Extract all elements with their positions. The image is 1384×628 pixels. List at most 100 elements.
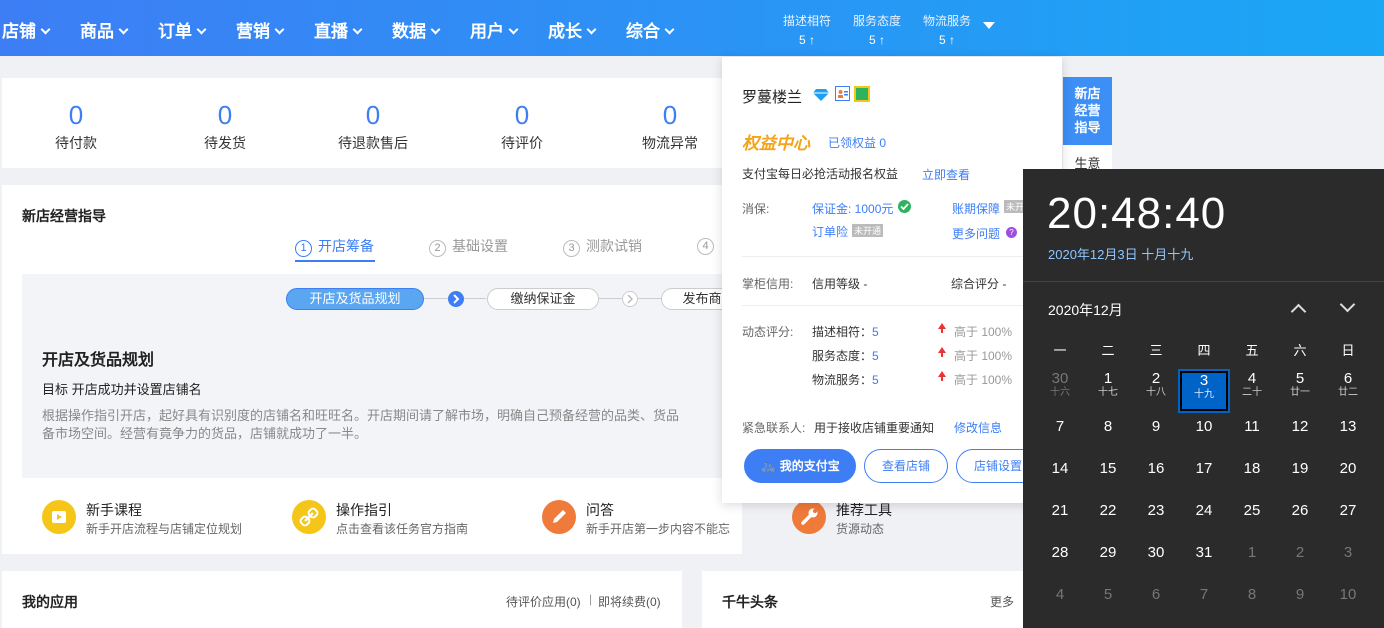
day-number: 25 <box>1243 502 1261 519</box>
calendar-day[interactable]: 20 <box>1324 457 1372 497</box>
lunar-day: 十六 <box>1050 387 1070 398</box>
stat-pending-refund[interactable]: 0 待退款售后 <box>313 100 433 153</box>
stat-pending-review[interactable]: 0 待评价 <box>462 100 582 153</box>
calendar-day[interactable]: 30 十六 <box>1036 371 1084 411</box>
order-insurance-link[interactable]: 订单险 <box>812 223 848 240</box>
side-new-shop-guide[interactable]: 新店经营指导 <box>1063 77 1112 145</box>
score-service[interactable]: 服务态度 5 ↑ <box>847 12 907 47</box>
calendar-day[interactable]: 31 <box>1180 541 1228 581</box>
step-number: 3 <box>563 240 580 257</box>
stat-pending-payment[interactable]: 0 待付款 <box>16 100 136 153</box>
calendar-day[interactable]: 11 <box>1228 415 1276 455</box>
calendar-day[interactable]: 10 <box>1324 583 1372 623</box>
nav-item-growth[interactable]: 成长 <box>548 17 597 42</box>
calendar-day[interactable]: 2 <box>1276 541 1324 581</box>
step-tab-3[interactable]: 3 测款试销 <box>563 236 642 257</box>
calendar-day[interactable]: 9 <box>1132 415 1180 455</box>
calendar-day[interactable]: 4 <box>1036 583 1084 623</box>
calendar-day[interactable]: 7 <box>1036 415 1084 455</box>
calendar-day[interactable]: 6 廿二 <box>1324 371 1372 411</box>
calendar-day[interactable]: 26 <box>1276 499 1324 539</box>
calendar-day[interactable]: 1 十七 <box>1084 371 1132 411</box>
pending-review-apps-link[interactable]: 待评价应用(0) <box>506 593 581 610</box>
period-protect-link[interactable]: 账期保障 <box>952 200 1000 217</box>
view-shop-button[interactable]: 查看店铺 <box>864 449 948 483</box>
step-tab-2[interactable]: 2 基础设置 <box>429 236 508 257</box>
clock-date[interactable]: 2020年12月3日 十月十九 <box>1048 244 1193 263</box>
wrench-icon <box>792 500 826 534</box>
calendar-day[interactable]: 15 <box>1084 457 1132 497</box>
nav-item-user[interactable]: 用户 <box>470 17 519 42</box>
calendar-day[interactable]: 4 二十 <box>1228 371 1276 411</box>
score-description[interactable]: 描述相符 5 ↑ <box>777 12 837 47</box>
caret-down-icon[interactable] <box>983 22 995 29</box>
stat-number: 0 <box>365 100 381 130</box>
alipay-rights-text: 支付宝每日必抢活动报名权益 <box>742 167 899 181</box>
substep-plan[interactable]: 开店及货品规划 <box>286 288 424 310</box>
protect-label: 消保: <box>742 202 770 216</box>
calendar-day[interactable]: 9 <box>1276 583 1324 623</box>
calendar-day[interactable]: 7 <box>1180 583 1228 623</box>
calendar-day[interactable]: 2 十八 <box>1132 371 1180 411</box>
calendar-day[interactable]: 28 <box>1036 541 1084 581</box>
calendar-day-today[interactable]: 3 十九 <box>1178 369 1230 413</box>
calendar-day[interactable]: 21 <box>1036 499 1084 539</box>
stat-number: 0 <box>662 100 678 130</box>
substep-deposit[interactable]: 缴纳保证金 <box>487 288 599 310</box>
calendar-day[interactable]: 29 <box>1084 541 1132 581</box>
chevron-up-icon[interactable] <box>1290 303 1307 320</box>
calendar-day[interactable]: 30 <box>1132 541 1180 581</box>
nav-item-live[interactable]: 直播 <box>314 17 363 42</box>
calendar-day[interactable]: 5 廿一 <box>1276 371 1324 411</box>
chevron-down-icon[interactable] <box>1339 296 1356 313</box>
calendar-day[interactable]: 3 <box>1324 541 1372 581</box>
score-logistics[interactable]: 物流服务 5 ↑ <box>917 12 977 47</box>
calendar-day[interactable]: 24 <box>1180 499 1228 539</box>
chevron-right-icon <box>622 291 638 307</box>
news-more-link[interactable]: 更多 <box>990 593 1014 610</box>
more-questions-link[interactable]: 更多问题 <box>952 225 1000 242</box>
view-now-link[interactable]: 立即查看 <box>922 166 970 183</box>
calendar-day[interactable]: 18 <box>1228 457 1276 497</box>
calendar-day[interactable]: 12 <box>1276 415 1324 455</box>
renew-apps-link[interactable]: 即将续费(0) <box>598 593 661 610</box>
calendar-day[interactable]: 1 <box>1228 541 1276 581</box>
step-tab-1[interactable]: 1 开店筹备 <box>295 236 374 257</box>
calendar-month-title[interactable]: 2020年12月 <box>1048 300 1123 320</box>
deposit-link[interactable]: 保证金: 1000元 <box>812 200 893 217</box>
calendar-day[interactable]: 6 <box>1132 583 1180 623</box>
calendar-day[interactable]: 8 <box>1228 583 1276 623</box>
chevron-down-icon <box>430 24 441 35</box>
my-alipay-button[interactable]: 🚲 我的支付宝 <box>744 449 856 483</box>
calendar-day[interactable]: 27 <box>1324 499 1372 539</box>
calendar-day[interactable]: 25 <box>1228 499 1276 539</box>
nav-item-general[interactable]: 综合 <box>626 17 675 42</box>
play-icon <box>42 500 76 534</box>
stat-logistics-exception[interactable]: 0 物流异常 <box>610 100 730 153</box>
nav-label: 店铺 <box>2 22 36 41</box>
news-title: 千牛头条 <box>722 594 778 610</box>
calendar-day[interactable]: 13 <box>1324 415 1372 455</box>
nav-item-data[interactable]: 数据 <box>392 17 441 42</box>
calendar-day[interactable]: 19 <box>1276 457 1324 497</box>
calendar-day[interactable]: 16 <box>1132 457 1180 497</box>
calendar-day[interactable]: 10 <box>1180 415 1228 455</box>
weekday-label: 四 <box>1197 343 1211 358</box>
day-number: 17 <box>1195 460 1213 477</box>
modify-info-link[interactable]: 修改信息 <box>954 419 1002 436</box>
step-tab-4[interactable]: 4 <box>697 236 720 255</box>
calendar-day[interactable]: 8 <box>1084 415 1132 455</box>
calendar-day[interactable]: 14 <box>1036 457 1084 497</box>
stat-pending-shipment[interactable]: 0 待发货 <box>165 100 285 153</box>
day-number: 4 <box>1247 370 1257 387</box>
nav-item-shop[interactable]: 店铺 <box>2 17 51 42</box>
calendar-day[interactable]: 17 <box>1180 457 1228 497</box>
rights-received[interactable]: 已领权益 0 <box>828 134 886 151</box>
nav-item-order[interactable]: 订单 <box>158 17 207 42</box>
calendar-day[interactable]: 5 <box>1084 583 1132 623</box>
nav-item-product[interactable]: 商品 <box>80 17 129 42</box>
nav-item-marketing[interactable]: 营销 <box>236 17 285 42</box>
chevron-down-icon <box>118 24 129 35</box>
calendar-day[interactable]: 22 <box>1084 499 1132 539</box>
calendar-day[interactable]: 23 <box>1132 499 1180 539</box>
